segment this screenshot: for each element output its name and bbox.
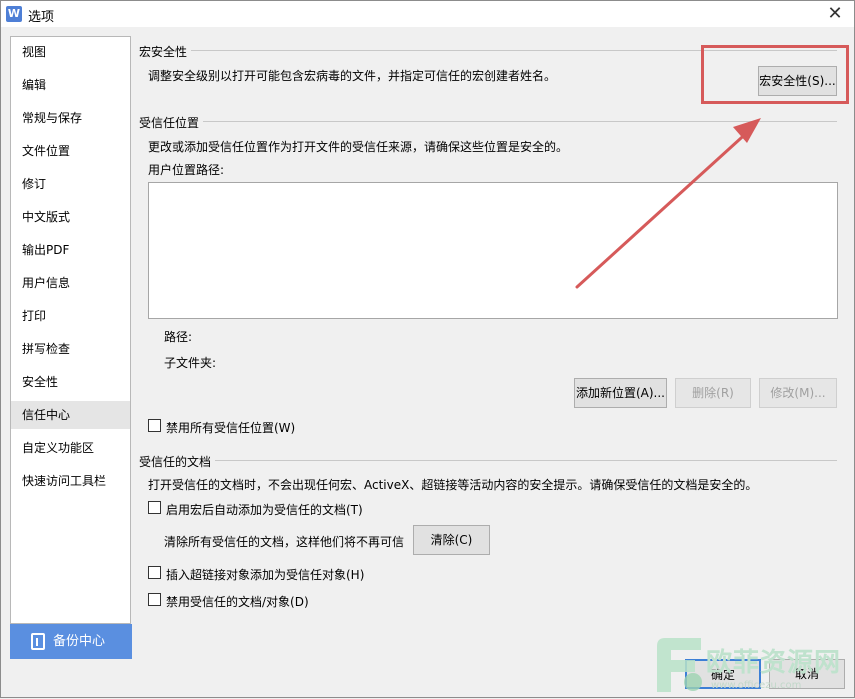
annotation-arrow — [575, 118, 761, 289]
watermark-title: 欧菲资源网 — [706, 648, 842, 678]
options-dialog: W 选项 ✕ 视图 编辑 常规与保存 文件位置 修订 中文版式 输出PDF 用户… — [0, 0, 855, 698]
watermark: 欧菲资源网 www.officezu.com — [651, 634, 855, 699]
watermark-logo-icon — [657, 638, 702, 692]
watermark-url: www.officezu.com — [711, 680, 802, 691]
